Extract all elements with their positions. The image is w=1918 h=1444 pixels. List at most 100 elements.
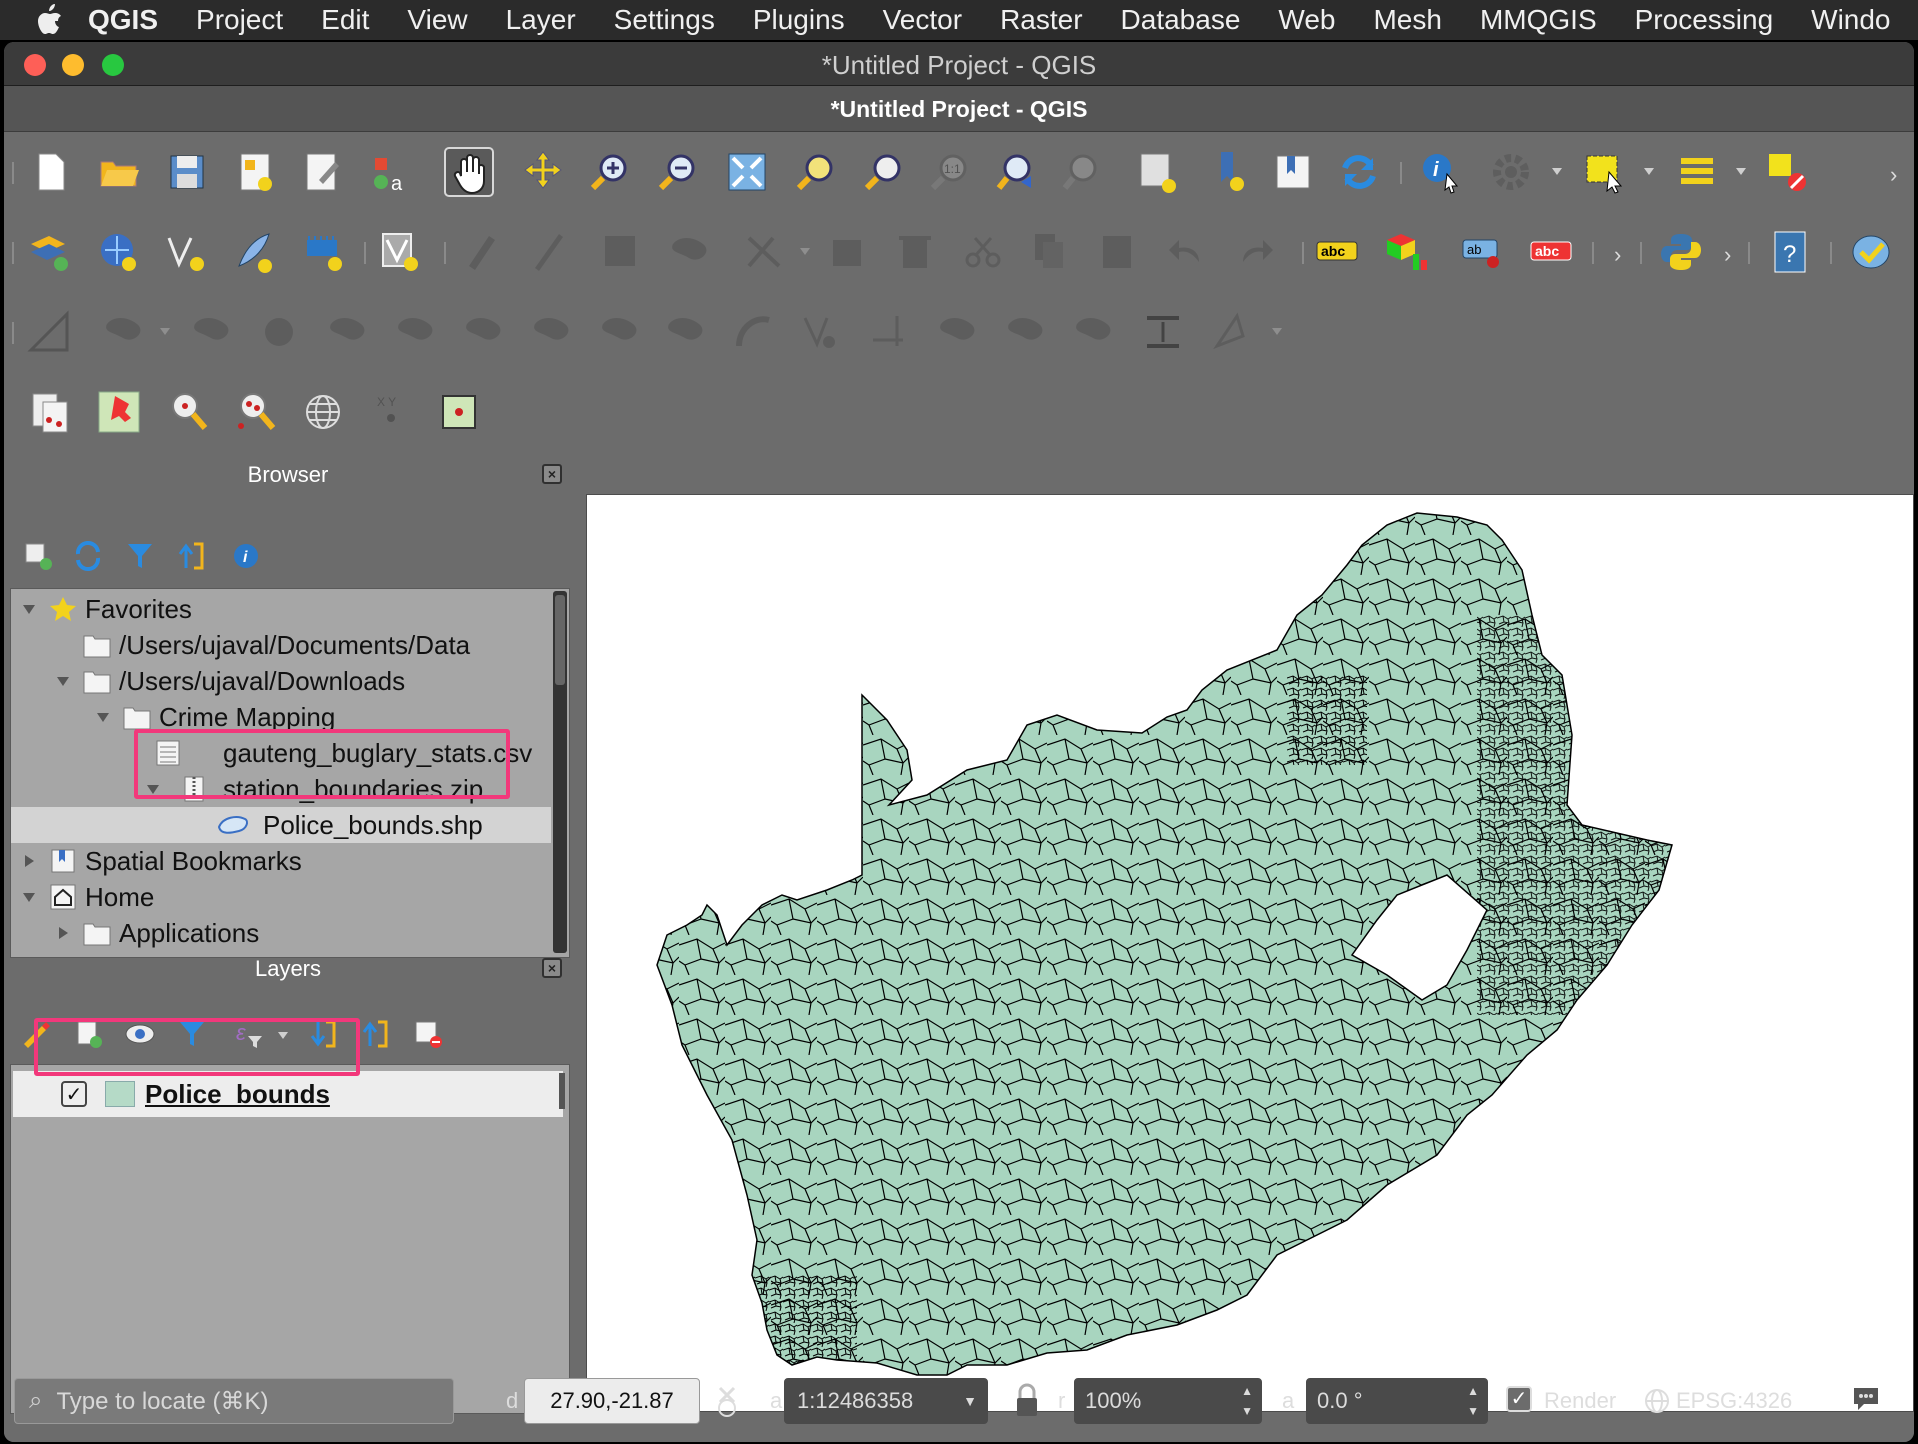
manage-map-themes-icon[interactable] (122, 1016, 158, 1052)
open-attribute-table-icon[interactable] (1672, 147, 1722, 197)
tree-item-favorites[interactable]: Favorites (11, 591, 551, 627)
scrollbar-thumb[interactable] (555, 595, 565, 685)
collapse-all-layers-icon[interactable] (358, 1016, 394, 1052)
filter-legend-icon[interactable] (174, 1016, 210, 1052)
add-selected-layers-icon[interactable] (20, 538, 56, 574)
menu-edit[interactable]: Edit (321, 4, 369, 36)
deselect-all-icon[interactable] (1762, 147, 1812, 197)
zoom-full-icon[interactable] (722, 147, 772, 197)
crs-plugin-icon[interactable] (1846, 227, 1896, 277)
map-polygons-svg[interactable] (587, 495, 1914, 1412)
menu-plugins[interactable]: Plugins (753, 4, 845, 36)
pan-map-hand-icon[interactable] (444, 147, 494, 197)
menu-database[interactable]: Database (1121, 4, 1241, 36)
open-project-icon[interactable] (94, 147, 144, 197)
identify-features-icon[interactable]: i (1416, 147, 1466, 197)
tree-item-shapefile[interactable]: Police_bounds.shp (11, 807, 551, 843)
properties-info-icon[interactable]: i (228, 538, 264, 574)
expand-crime-mapping-icon[interactable] (97, 713, 109, 722)
add-group-icon[interactable] (70, 1016, 106, 1052)
menu-raster[interactable]: Raster (1000, 4, 1082, 36)
style-manager-icon[interactable]: a (366, 147, 416, 197)
new-geopackage-layer-icon[interactable] (92, 227, 142, 277)
collapse-all-icon[interactable] (174, 538, 210, 574)
tree-item-csv-file[interactable]: gauteng_buglary_stats.csv (11, 735, 551, 771)
select-features-icon[interactable] (1580, 147, 1630, 197)
expand-all-icon[interactable] (306, 1016, 342, 1052)
menu-processing[interactable]: Processing (1635, 4, 1774, 36)
messages-icon[interactable] (1850, 1384, 1882, 1414)
spinner-arrows-icon[interactable]: ▲ ▼ (1241, 1381, 1253, 1421)
scale-combo[interactable]: 1:12486358 ▼ (784, 1378, 988, 1424)
layout-manager-icon[interactable] (298, 147, 348, 197)
zoom-to-multi-point-icon[interactable] (230, 387, 280, 437)
python-console-icon[interactable] (1656, 227, 1706, 277)
toggle-extents-icon[interactable] (710, 1384, 744, 1418)
refresh-browser-icon[interactable] (70, 538, 106, 574)
layer-item-police-bounds[interactable]: ✓ Police_bounds (13, 1071, 563, 1117)
new-spatialite-layer-icon[interactable] (228, 227, 278, 277)
zoom-to-selection-icon[interactable] (790, 147, 840, 197)
menu-window[interactable]: Windo (1811, 4, 1890, 36)
menu-project[interactable]: Project (196, 4, 283, 36)
expand-home-icon[interactable] (23, 893, 35, 902)
zoom-out-icon[interactable] (652, 147, 702, 197)
menu-mmqgis[interactable]: MMQGIS (1480, 4, 1597, 36)
refresh-icon[interactable] (1334, 147, 1384, 197)
expand-favorites-icon[interactable] (23, 605, 35, 614)
zoom-in-icon[interactable] (584, 147, 634, 197)
menu-settings[interactable]: Settings (614, 4, 715, 36)
crs-label[interactable]: EPSG:4326 (1676, 1388, 1792, 1414)
spinner-arrows-icon[interactable]: ▲ ▼ (1467, 1381, 1479, 1421)
highlight-pinned-labels-icon[interactable]: ab (1458, 227, 1508, 277)
zoom-to-layer-icon[interactable] (858, 147, 908, 197)
new-bookmark-icon[interactable] (1204, 147, 1254, 197)
geocoding-globe-icon[interactable] (298, 387, 348, 437)
run-feature-action-icon[interactable] (1486, 147, 1536, 197)
menu-view[interactable]: View (407, 4, 467, 36)
lock-scale-icon[interactable] (1014, 1380, 1040, 1420)
menu-qgis[interactable]: QGIS (88, 4, 158, 36)
filter-by-expression-icon[interactable]: ε (230, 1016, 266, 1052)
pan-to-selection-icon[interactable] (518, 147, 568, 197)
show-bookmarks-icon[interactable] (1268, 147, 1318, 197)
layer-visibility-checkbox[interactable]: ✓ (61, 1081, 87, 1107)
expand-bookmarks-icon[interactable] (25, 855, 34, 867)
help-icon[interactable]: ? (1766, 227, 1816, 277)
zoom-last-icon[interactable] (992, 147, 1042, 197)
save-project-icon[interactable] (162, 147, 212, 197)
render-checkbox[interactable]: ✓ (1506, 1386, 1532, 1412)
expand-applications-icon[interactable] (59, 927, 68, 939)
layer-styling-icon[interactable] (18, 1016, 54, 1052)
expand-downloads-icon[interactable] (57, 677, 69, 686)
tree-item-spatial-bookmarks[interactable]: Spatial Bookmarks (11, 843, 551, 879)
rotation-spinbox[interactable]: 0.0 ° ▲ ▼ (1306, 1378, 1488, 1424)
add-delimited-text-layer-icon[interactable] (24, 387, 74, 437)
menu-layer[interactable]: Layer (506, 4, 576, 36)
layer-labeling-icon[interactable]: abc (1312, 227, 1362, 277)
tree-item-crime-mapping[interactable]: Crime Mapping (11, 699, 551, 735)
locator-search-field[interactable]: ⌕ Type to locate (⌘K) (14, 1378, 454, 1424)
new-project-icon[interactable] (26, 147, 76, 197)
pin-unpin-labels-icon[interactable]: abc (1526, 227, 1576, 277)
menu-vector[interactable]: Vector (883, 4, 962, 36)
new-print-layout-icon[interactable] (230, 147, 280, 197)
layer-symbol-swatch[interactable] (105, 1081, 135, 1107)
select-extent-icon[interactable] (434, 387, 484, 437)
tree-item-documents-data[interactable]: /Users/ujaval/Documents/Data (11, 627, 551, 663)
merge-attributes-icon[interactable] (1138, 307, 1188, 357)
new-map-view-icon[interactable] (1132, 147, 1182, 197)
browser-scrollbar[interactable] (553, 591, 567, 953)
remove-layer-icon[interactable] (410, 1016, 446, 1052)
tree-item-home[interactable]: Home (11, 879, 551, 915)
menu-mesh[interactable]: Mesh (1373, 4, 1441, 36)
close-layers-panel-button[interactable]: × (542, 958, 562, 978)
magnifier-spinbox[interactable]: 100% ▲ ▼ (1074, 1378, 1262, 1424)
digitize-vertex-icon[interactable] (160, 227, 210, 277)
map-canvas[interactable] (586, 494, 1914, 1412)
apple-logo-icon[interactable] (34, 3, 64, 37)
new-temporary-layer-icon[interactable] (298, 227, 348, 277)
tree-item-zip-file[interactable]: station_boundaries.zip (11, 771, 551, 807)
crs-globe-icon[interactable] (1644, 1388, 1670, 1414)
data-source-manager-icon[interactable] (24, 227, 74, 277)
